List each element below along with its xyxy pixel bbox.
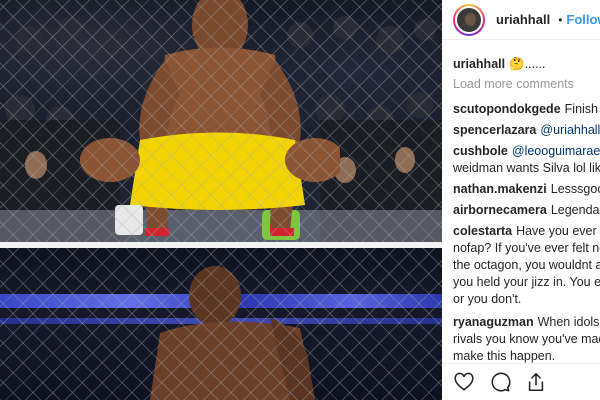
comment-text: When idols b (537, 315, 600, 329)
load-more-comments-button[interactable]: Load more comments (453, 77, 600, 91)
photo-panel-bottom (0, 248, 442, 400)
caption-username[interactable]: uriahhall (453, 57, 505, 71)
share-icon[interactable] (525, 371, 547, 393)
comment-text-line: rivals you know you've mad (453, 332, 600, 346)
comment-text-line: make this happen. (453, 349, 556, 363)
caption: uriahhall 🤔...... (453, 56, 600, 73)
comments-list: uriahhall 🤔...... Load more comments scut… (442, 40, 600, 365)
comment-username[interactable]: scutopondokgede (453, 102, 561, 116)
heart-icon[interactable] (453, 371, 475, 393)
post-sidebar: uriahhall • Follow uriahhall 🤔...... Load… (442, 0, 600, 400)
post-photo[interactable] (0, 0, 442, 400)
comment-username[interactable]: cushbole (453, 144, 508, 158)
comment: scutopondokgedeFinish HI (453, 101, 600, 118)
comment-text-line: the octagon, you wouldnt a (453, 258, 600, 272)
comment-username[interactable]: airbornecamera (453, 203, 547, 217)
post-header: uriahhall • Follow (442, 0, 600, 40)
comment-text: weidman wants Silva lol like (453, 161, 600, 175)
photo-panel-top (0, 0, 442, 242)
comment-text: Finish HI (564, 102, 600, 116)
comment-text-line: nofap? If you've ever felt ne (453, 241, 600, 255)
comment-mention[interactable]: @uriahhall (540, 123, 600, 137)
comment-text-line: you held your jizz in. You eit (453, 275, 600, 289)
comment: colestarta Have you ever lo nofap? If you… (453, 223, 600, 308)
comment-text: Legendary (550, 203, 600, 217)
comment-username[interactable]: nathan.makenzi (453, 182, 547, 196)
comment: ryanaguzmanWhen idols b rivals you know … (453, 314, 600, 365)
follow-button[interactable]: Follow (566, 12, 600, 27)
comment-text-line: or you don't. (453, 292, 522, 306)
comment: cushbole @leooguimaraess weidman wants Sil… (453, 143, 600, 177)
comment-username[interactable]: ryanaguzman (453, 315, 534, 329)
comment-username[interactable]: spencerlazara (453, 123, 536, 137)
comment: spencerlazara@uriahhall 🏆 (453, 122, 600, 139)
comment: nathan.makenziLesssgooo (453, 181, 600, 198)
comment-username[interactable]: colestarta (453, 224, 512, 238)
header-username[interactable]: uriahhall (496, 12, 550, 27)
comment-mention[interactable]: @leooguimaraess (512, 144, 600, 158)
comment: airbornecameraLegendary (453, 202, 600, 219)
comment-icon[interactable] (489, 371, 511, 393)
cage-fence-bottom (0, 248, 442, 400)
header-separator: • (558, 12, 563, 27)
comment-text: Lesssgooo (550, 182, 600, 196)
caption-text: 🤔...... (509, 57, 546, 71)
comment-text: Have you ever lo (516, 224, 600, 238)
post-actions-bar (442, 363, 600, 400)
avatar[interactable] (453, 3, 485, 36)
cage-fence (0, 0, 442, 242)
